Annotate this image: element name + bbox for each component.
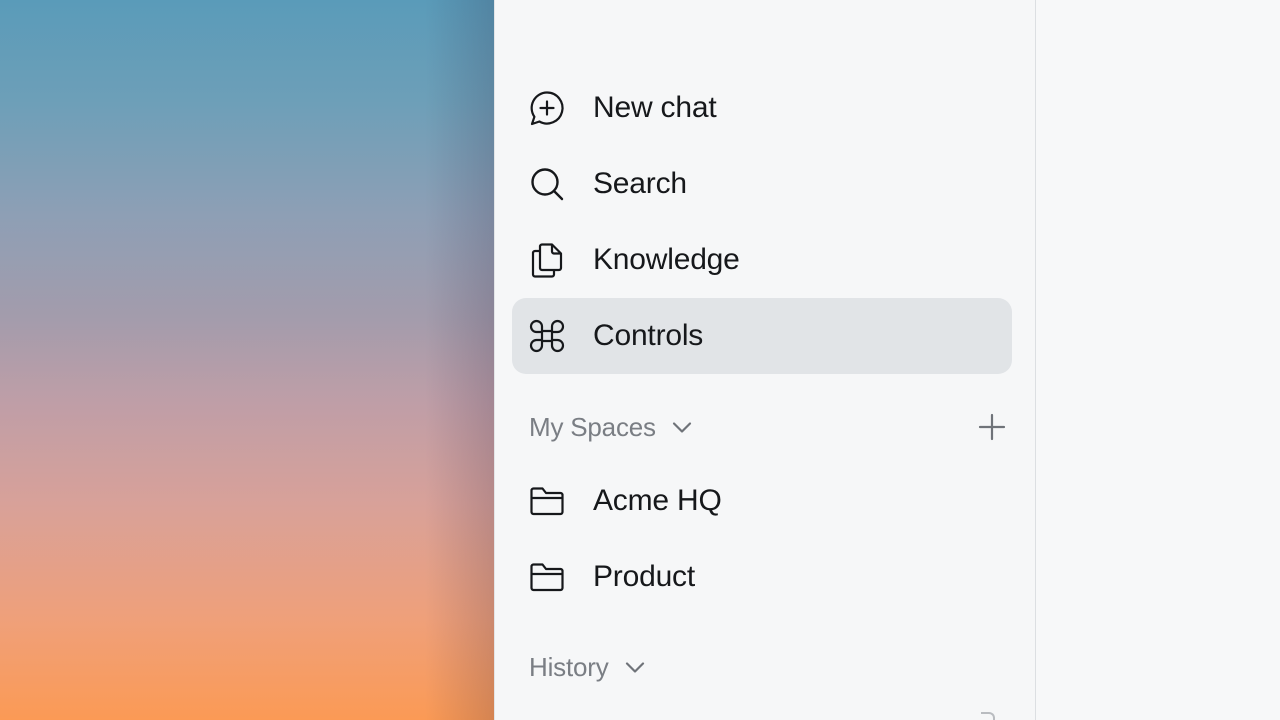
main-content-pane xyxy=(1036,0,1280,720)
history-item-icon xyxy=(981,712,995,720)
space-item-product[interactable]: Product xyxy=(512,539,1012,615)
desktop-wallpaper xyxy=(0,0,494,720)
nav-item-controls[interactable]: Controls xyxy=(512,298,1012,374)
folder-icon xyxy=(528,482,566,520)
history-header[interactable]: History xyxy=(529,647,647,687)
folder-icon xyxy=(528,558,566,596)
nav-item-label: Search xyxy=(593,167,687,200)
command-icon xyxy=(528,317,566,355)
chevron-down-icon xyxy=(670,415,694,439)
sidebar: New chat Search Knowledge Controls My Sp… xyxy=(494,0,1036,720)
chat-plus-icon xyxy=(528,89,566,127)
documents-icon xyxy=(528,241,566,279)
section-title: My Spaces xyxy=(529,411,656,442)
section-title: History xyxy=(529,651,609,682)
nav-item-label: Controls xyxy=(593,319,704,352)
plus-icon xyxy=(977,412,1007,442)
screen: New chat Search Knowledge Controls My Sp… xyxy=(0,0,1280,720)
space-item-label: Acme HQ xyxy=(593,484,722,517)
nav-item-label: Knowledge xyxy=(593,243,740,276)
add-space-button[interactable] xyxy=(975,410,1009,444)
space-item-label: Product xyxy=(593,560,695,593)
chevron-down-icon xyxy=(623,655,647,679)
space-item-acme-hq[interactable]: Acme HQ xyxy=(512,463,1012,539)
nav-item-search[interactable]: Search xyxy=(512,146,1012,222)
my-spaces-header[interactable]: My Spaces xyxy=(529,407,694,447)
search-icon xyxy=(528,165,566,203)
nav-item-new-chat[interactable]: New chat xyxy=(512,70,1012,146)
nav-item-label: New chat xyxy=(593,91,717,124)
nav-item-knowledge[interactable]: Knowledge xyxy=(512,222,1012,298)
